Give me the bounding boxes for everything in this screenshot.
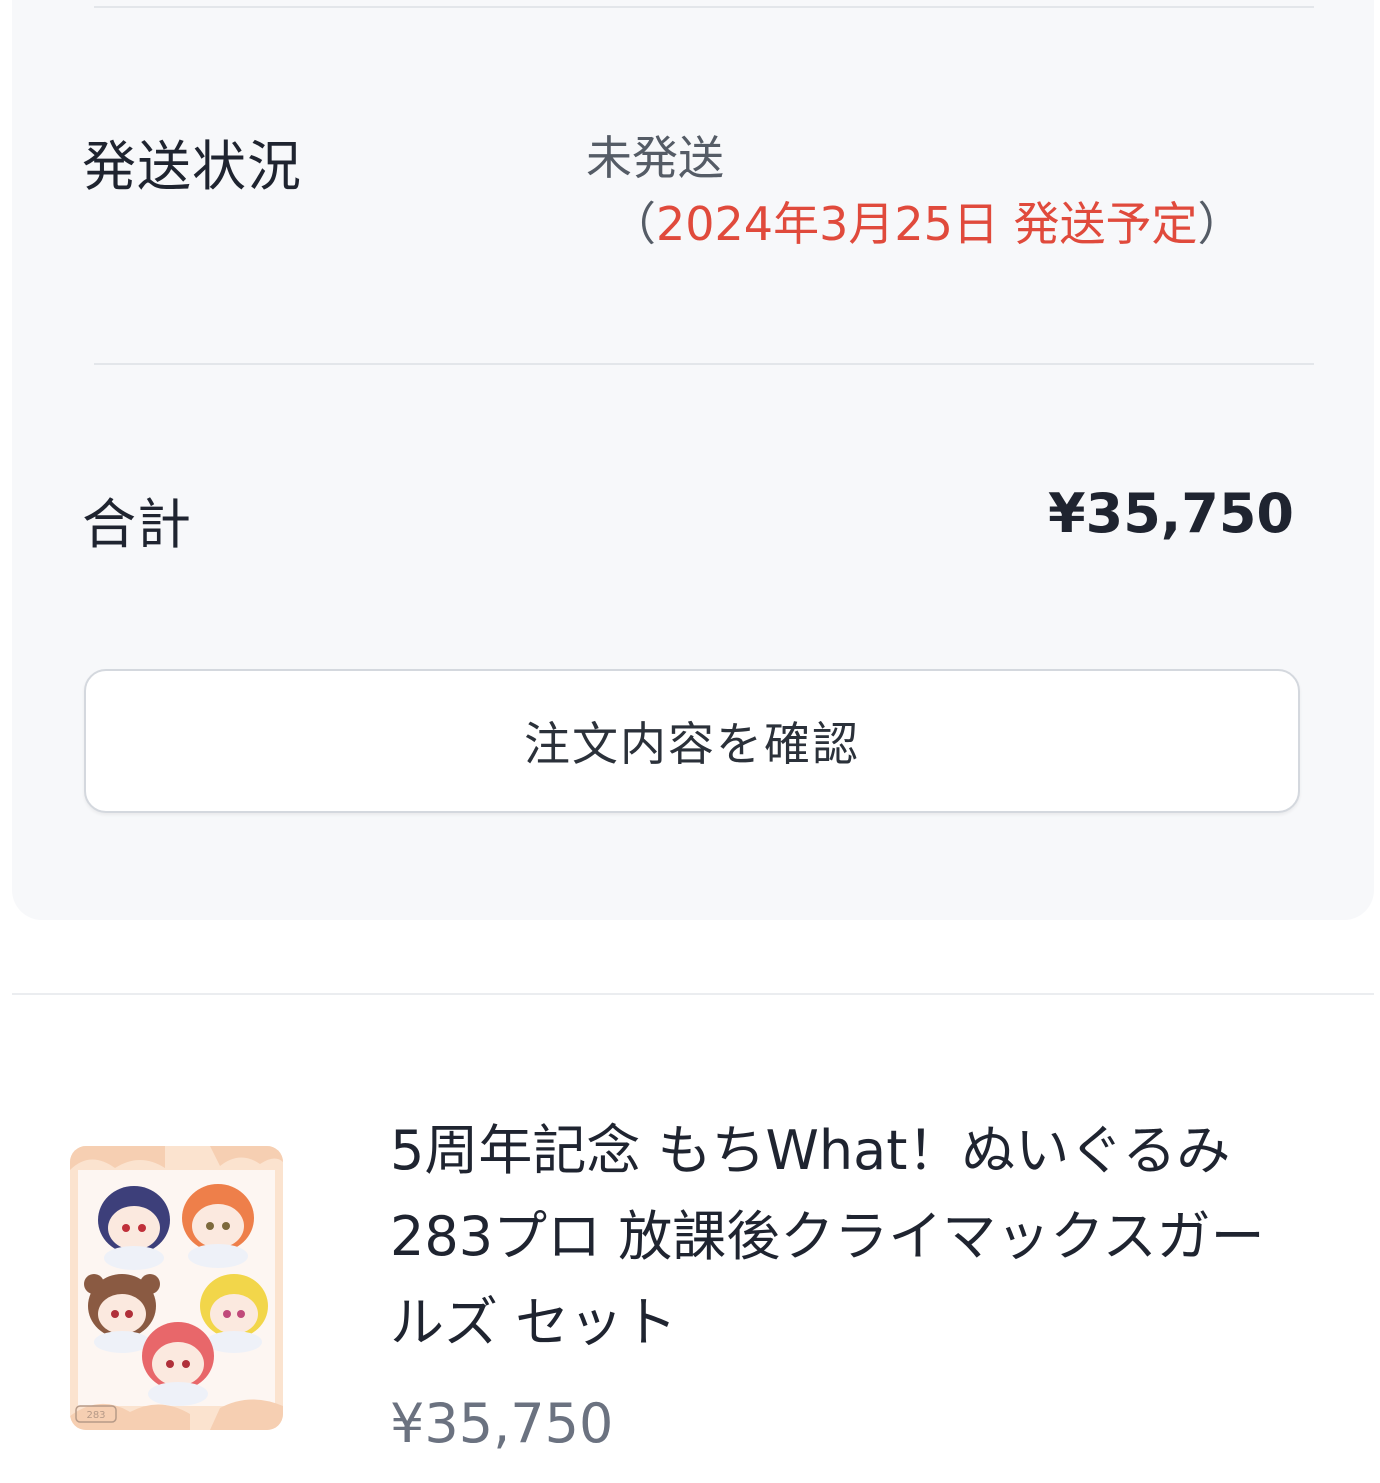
paren-open: （ [610,197,656,251]
product-price: ¥35,750 [390,1392,614,1455]
order-summary-card: 発送状況 未発送 （2024年3月25日 発送予定） 合計 ¥35,750 注文… [12,0,1374,920]
product-thumbnail[interactable]: 283 [70,1146,283,1430]
plush-set-image: 283 [70,1146,283,1430]
paren-close: ） [1197,197,1244,251]
middle-divider [94,363,1314,365]
total-value: ¥35,750 [1048,482,1294,545]
top-divider [94,6,1314,8]
product-title[interactable]: 5周年記念 もちWhat！ぬいぐるみ 283プロ 放課後クライマックスガールズ … [390,1108,1270,1366]
section-separator [12,993,1374,995]
shipping-scheduled-date: （2024年3月25日 発送予定） [610,188,1244,254]
confirm-order-button[interactable]: 注文内容を確認 [84,669,1300,813]
total-label: 合計 [82,493,192,556]
scheduled-date-text: 2024年3月25日 発送予定 [656,197,1198,251]
shipping-status-value: 未発送 [586,131,724,185]
shipping-status-label: 発送状況 [82,135,302,198]
thumbnail-badge: 283 [86,1410,105,1421]
